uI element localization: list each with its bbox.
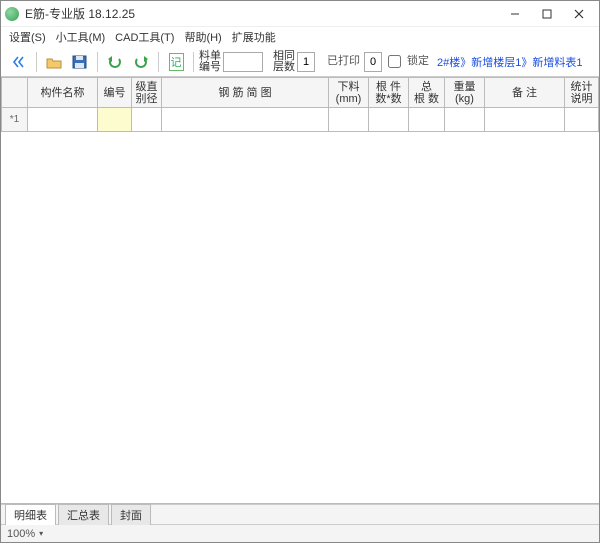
code-input[interactable]	[223, 52, 263, 72]
lock-checkbox[interactable]	[388, 55, 401, 68]
cell-stat-note[interactable]	[565, 108, 599, 132]
folder-open-icon	[46, 55, 62, 69]
menu-extensions[interactable]: 扩展功能	[228, 27, 280, 47]
zoom-level[interactable]: 100%	[7, 528, 35, 540]
cell-per-qty[interactable]	[369, 108, 409, 132]
cell-rebar-sketch[interactable]	[162, 108, 329, 132]
menu-tools[interactable]: 小工具(M)	[52, 27, 110, 47]
printed-input[interactable]	[364, 52, 382, 72]
code-label: 料单编号	[199, 51, 221, 73]
header-stat-note[interactable]: 统计说明	[565, 78, 599, 108]
record-icon: 记	[169, 53, 184, 71]
menu-cad-tools[interactable]: CAD工具(T)	[111, 27, 178, 47]
undo-arrow-icon	[107, 55, 123, 69]
window-title: E筋-专业版 18.12.25	[25, 5, 499, 22]
count-input[interactable]	[297, 52, 315, 72]
collapse-button[interactable]	[7, 50, 31, 74]
header-rebar-sketch[interactable]: 钢 筋 简 图	[162, 78, 329, 108]
chevron-double-left-icon	[11, 55, 27, 69]
count-label: 相同层数	[273, 51, 295, 73]
toolbar: 记 料单编号 相同层数 已打印 锁定 2#楼》新增楼层1》新增料表1	[1, 47, 599, 77]
printed-label: 已打印	[327, 56, 360, 67]
header-total-qty[interactable]: 总根 数	[409, 78, 445, 108]
cell-component-name[interactable]	[28, 108, 98, 132]
close-button[interactable]	[563, 3, 595, 25]
header-remark[interactable]: 备 注	[485, 78, 565, 108]
lock-label: 锁定	[407, 56, 429, 67]
menu-help[interactable]: 帮助(H)	[180, 27, 225, 47]
header-weight[interactable]: 重量(kg)	[445, 78, 485, 108]
cell-total-qty[interactable]	[409, 108, 445, 132]
save-button[interactable]	[68, 50, 92, 74]
tab-summary[interactable]: 汇总表	[58, 504, 109, 525]
title-bar: E筋-专业版 18.12.25	[1, 1, 599, 27]
tab-detail[interactable]: 明细表	[5, 504, 56, 525]
cell-weight[interactable]	[445, 108, 485, 132]
floppy-disk-icon	[72, 55, 88, 69]
cell-grade-dia[interactable]	[132, 108, 162, 132]
header-cut-len[interactable]: 下料(mm)	[329, 78, 369, 108]
data-grid: 构件名称 编号 级直别径 钢 筋 简 图 下料(mm) 根 件数*数 总根 数 …	[1, 77, 599, 132]
undo-button[interactable]	[103, 50, 127, 74]
maximize-button[interactable]	[531, 3, 563, 25]
header-row: 构件名称 编号 级直别径 钢 筋 简 图 下料(mm) 根 件数*数 总根 数 …	[2, 78, 599, 108]
header-grade-dia[interactable]: 级直别径	[132, 78, 162, 108]
tab-cover[interactable]: 封面	[111, 504, 151, 525]
header-component-name[interactable]: 构件名称	[28, 78, 98, 108]
open-button[interactable]	[42, 50, 66, 74]
record-button[interactable]: 记	[164, 50, 188, 74]
header-number[interactable]: 编号	[98, 78, 132, 108]
app-icon	[5, 7, 19, 21]
redo-arrow-icon	[133, 55, 149, 69]
cell-number[interactable]	[98, 108, 132, 132]
zoom-dropdown-icon[interactable]: ▾	[39, 529, 43, 538]
menu-settings[interactable]: 设置(S)	[5, 27, 50, 47]
status-bar: 100% ▾	[1, 524, 599, 542]
row-number-cell[interactable]: *1	[2, 108, 28, 132]
redo-button[interactable]	[129, 50, 153, 74]
sheet-tab-bar: 明细表 汇总表 封面	[1, 504, 599, 524]
header-rownum[interactable]	[2, 78, 28, 108]
cell-remark[interactable]	[485, 108, 565, 132]
table-row[interactable]: *1	[2, 108, 599, 132]
minimize-button[interactable]	[499, 3, 531, 25]
cell-cut-len[interactable]	[329, 108, 369, 132]
data-grid-container[interactable]: 构件名称 编号 级直别径 钢 筋 简 图 下料(mm) 根 件数*数 总根 数 …	[1, 77, 599, 504]
breadcrumb[interactable]: 2#楼》新增楼层1》新增料表1	[437, 54, 582, 70]
menu-bar: 设置(S) 小工具(M) CAD工具(T) 帮助(H) 扩展功能	[1, 27, 599, 47]
header-per-qty[interactable]: 根 件数*数	[369, 78, 409, 108]
